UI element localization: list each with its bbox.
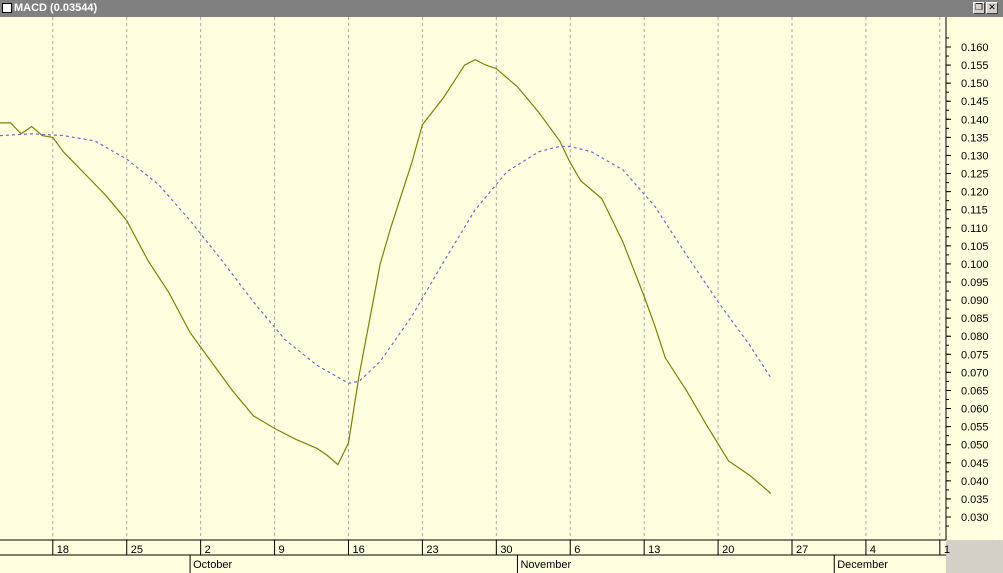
x-tick-label: 16 [352,544,364,556]
chart-canvas: 0.030 0.035 0.040 0.045 0.050 0.055 0.060 0.065… [0,17,1003,573]
y-tick-label: 0.045 [961,458,989,470]
y-tick-label: 0.090 [961,295,989,307]
y-tick-label: 0.050 [961,440,989,452]
x-tick-label: 2 [205,544,211,556]
x-tick-label: 27 [796,544,808,556]
close-button[interactable]: ✕ [986,2,998,14]
title-bar[interactable]: MACD (0.03544) ❐ ✕ [0,0,1003,17]
x-tick-label: 9 [279,544,285,556]
y-tick-label: 0.120 [961,187,989,199]
y-tick-label: 0.030 [961,512,989,524]
y-tick-label: 0.155 [961,60,989,72]
restore-button[interactable]: ❐ [973,2,985,14]
x-tick-label: 13 [648,544,660,556]
month-tick-label: October [193,559,232,571]
y-tick-label: 0.080 [961,331,989,343]
x-tick-label: 20 [722,544,734,556]
x-tick-label: 30 [500,544,512,556]
y-tick-label: 0.115 [961,205,988,217]
y-tick-label: 0.160 [961,42,989,54]
month-tick-label: December [837,559,888,571]
y-tick-label: 0.140 [961,114,989,126]
scroll-corner [946,540,1003,573]
window-menu-icon[interactable] [2,3,12,13]
y-tick-label: 0.070 [961,367,989,379]
y-tick-label: 0.100 [961,259,989,271]
month-tick-label: November [520,559,571,571]
x-tick-label: 1 [944,544,950,556]
plot-area [0,17,946,540]
x-tick-label: 25 [131,544,143,556]
x-tick-label: 6 [574,544,580,556]
y-tick-label: 0.085 [961,313,989,325]
y-tick-label: 0.150 [961,78,989,90]
x-tick-label: 18 [57,544,69,556]
y-tick-label: 0.125 [961,169,989,181]
x-tick-label: 23 [426,544,438,556]
y-tick-label: 0.040 [961,476,989,488]
y-tick-label: 0.110 [961,223,988,235]
y-tick-label: 0.135 [961,132,989,144]
y-tick-label: 0.130 [961,150,989,162]
y-tick-label: 0.065 [961,385,989,397]
x-tick-label: 4 [870,544,876,556]
chart-window: MACD (0.03544) ❐ ✕ 0.030 0.035 0.040 0.045 0… [0,0,1003,573]
y-tick-label: 0.105 [961,241,989,253]
window-title: MACD (0.03544) [14,2,98,14]
y-tick-label: 0.060 [961,404,989,416]
y-tick-label: 0.145 [961,96,989,108]
y-tick-label: 0.055 [961,422,989,434]
y-tick-label: 0.035 [961,494,989,506]
y-tick-label: 0.075 [961,349,989,361]
y-tick-label: 0.095 [961,277,989,289]
